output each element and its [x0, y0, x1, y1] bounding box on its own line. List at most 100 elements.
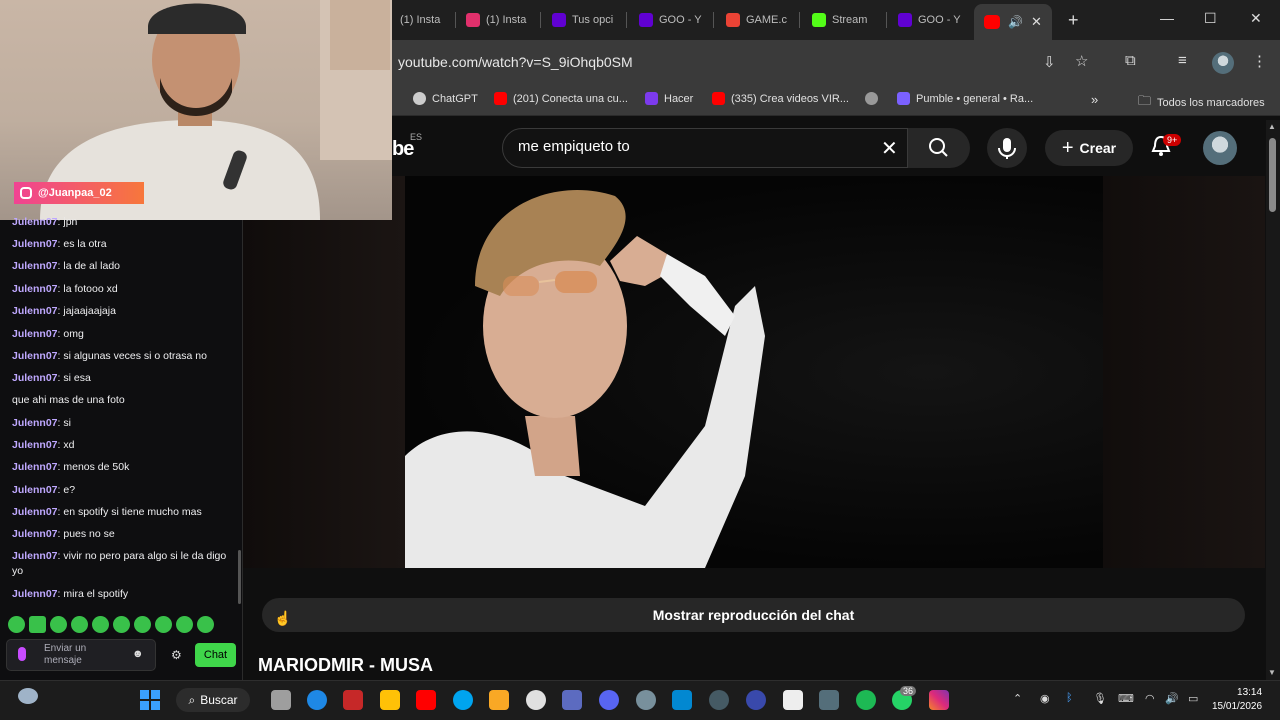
browser-tab[interactable]: Stream: [812, 6, 876, 34]
install-app-icon[interactable]: ⇩: [1043, 53, 1056, 71]
file-explorer-icon[interactable]: [489, 690, 509, 710]
calculator-icon[interactable]: [819, 690, 839, 710]
bookmark-globe[interactable]: [865, 92, 884, 105]
media-control-icon[interactable]: ≡: [1178, 52, 1187, 69]
microphone-icon[interactable]: [18, 647, 26, 661]
keyboard-icon[interactable]: ⌨: [1118, 692, 1134, 705]
edge-icon[interactable]: [453, 690, 473, 710]
instagram-icon[interactable]: [929, 690, 949, 710]
browser-tab-active[interactable]: 🔊 ✕: [974, 4, 1052, 40]
emote-icon[interactable]: [92, 616, 109, 633]
minimize-icon[interactable]: —: [1160, 10, 1174, 26]
more-bookmarks-icon[interactable]: »: [1091, 92, 1098, 107]
clear-search-icon[interactable]: ✕: [881, 136, 898, 161]
chat-username[interactable]: Julenn07: [12, 260, 58, 272]
chatgpt-icon[interactable]: [526, 690, 546, 710]
browser-tab[interactable]: GOO - Y: [898, 6, 964, 34]
show-chat-replay-button[interactable]: Mostrar reproducción del chat: [262, 598, 1245, 632]
chat-username[interactable]: Julenn07: [12, 216, 58, 228]
extensions-icon[interactable]: ⧉: [1125, 52, 1136, 69]
mic-tray-icon[interactable]: 🎙: [1093, 692, 1107, 705]
chat-username[interactable]: Julenn07: [12, 439, 58, 451]
bookmark-chatgpt[interactable]: ChatGPT: [413, 92, 478, 105]
task-view-icon[interactable]: [271, 690, 291, 710]
voice-search-button[interactable]: [987, 128, 1027, 168]
recording-app-icon[interactable]: [746, 690, 766, 710]
teams-icon[interactable]: [562, 690, 582, 710]
emote-icon[interactable]: [197, 616, 214, 633]
emote-icon[interactable]: [134, 616, 151, 633]
bookmark-youtube-1[interactable]: (201) Conecta una cu...: [494, 92, 628, 105]
scrollbar-thumb[interactable]: [1269, 138, 1276, 212]
browser-tab[interactable]: Tus opci: [552, 6, 618, 34]
url-field[interactable]: youtube.com/watch?v=S_9iOhqb0SM: [398, 54, 633, 70]
menu-icon[interactable]: ⋮: [1252, 52, 1267, 70]
chat-username[interactable]: Julenn07: [12, 305, 58, 317]
chat-username[interactable]: Julenn07: [12, 350, 58, 362]
new-tab-button[interactable]: +: [1068, 6, 1079, 34]
video-frame[interactable]: [405, 176, 1103, 568]
tray-overflow-icon[interactable]: ⌃: [1013, 692, 1022, 705]
scroll-down-icon[interactable]: ▼: [1268, 668, 1276, 677]
wifi-icon[interactable]: ◠: [1145, 692, 1155, 705]
send-chat-button[interactable]: Chat: [195, 643, 236, 667]
chat-username[interactable]: Julenn07: [12, 283, 58, 295]
volume-icon[interactable]: 🔊: [1165, 692, 1179, 705]
browser-tab[interactable]: (1) Insta: [466, 6, 532, 34]
speaker-icon[interactable]: 🔊: [1008, 15, 1023, 29]
create-button[interactable]: + Crear: [1045, 130, 1133, 166]
chat-username[interactable]: Julenn07: [12, 328, 58, 340]
chat-username[interactable]: Julenn07: [12, 550, 58, 562]
settings-gear-icon[interactable]: ⚙: [171, 648, 182, 662]
emote-icon[interactable]: [113, 616, 130, 633]
profile-avatar[interactable]: [1212, 52, 1234, 74]
chat-username[interactable]: Julenn07: [12, 372, 58, 384]
bluetooth-icon[interactable]: ᛒ: [1066, 692, 1073, 704]
youtube-account-avatar[interactable]: [1203, 131, 1237, 165]
emote-icon[interactable]: [50, 616, 67, 633]
chat-username[interactable]: Julenn07: [12, 484, 58, 496]
chat-username[interactable]: Julenn07: [12, 528, 58, 540]
emote-icon[interactable]: [8, 616, 25, 633]
weather-icon[interactable]: [18, 688, 38, 704]
spotify-icon[interactable]: [856, 690, 876, 710]
chat-username[interactable]: Julenn07: [12, 417, 58, 429]
chat-username[interactable]: Julenn07: [12, 461, 58, 473]
obs-icon[interactable]: [709, 690, 729, 710]
discord-icon[interactable]: [599, 690, 619, 710]
scroll-up-icon[interactable]: ▲: [1268, 122, 1276, 131]
store-icon[interactable]: [380, 690, 400, 710]
emote-icon[interactable]: [155, 616, 172, 633]
bookmark-hacer[interactable]: Hacer: [645, 92, 693, 105]
start-button[interactable]: [140, 690, 160, 710]
taskbar-search-button[interactable]: ⌕ Buscar: [176, 688, 250, 712]
chat-scrollbar-thumb[interactable]: [238, 550, 241, 604]
browser-tab[interactable]: (1) Insta: [400, 6, 450, 34]
battery-icon[interactable]: ▭: [1188, 692, 1198, 705]
maximize-icon[interactable]: ☐: [1204, 10, 1217, 27]
emote-icon[interactable]: [176, 616, 193, 633]
notepad-icon[interactable]: [783, 690, 803, 710]
chat-username[interactable]: Julenn07: [12, 588, 58, 600]
chat-username[interactable]: Julenn07: [12, 238, 58, 250]
close-window-icon[interactable]: ✕: [1250, 10, 1262, 27]
mcafee-icon[interactable]: [343, 690, 363, 710]
bookmark-youtube-2[interactable]: (335) Crea videos VIR...: [712, 92, 849, 105]
cortana-icon[interactable]: [307, 690, 327, 710]
emote-icon[interactable]: [71, 616, 88, 633]
emoji-icon[interactable]: ☻: [132, 648, 144, 660]
all-bookmarks[interactable]: 🗀 Todos los marcadores: [1138, 92, 1265, 114]
system-clock[interactable]: 13:14 15/01/2026: [1212, 686, 1262, 714]
star-icon[interactable]: ☆: [1075, 52, 1088, 70]
tray-app-icon[interactable]: ◉: [1040, 692, 1050, 705]
capture-icon[interactable]: [672, 690, 692, 710]
search-button[interactable]: [908, 128, 970, 168]
close-tab-icon[interactable]: ✕: [1031, 14, 1042, 30]
browser-tab[interactable]: GOO - Y: [639, 6, 703, 34]
youtube-icon[interactable]: [416, 690, 436, 710]
chat-username[interactable]: Julenn07: [12, 506, 58, 518]
emote-icon[interactable]: [29, 616, 46, 633]
browser-tab[interactable]: GAME.c: [726, 6, 790, 34]
bookmark-pumble[interactable]: Pumble • general • Ra...: [897, 92, 1033, 105]
settings-icon[interactable]: [636, 690, 656, 710]
